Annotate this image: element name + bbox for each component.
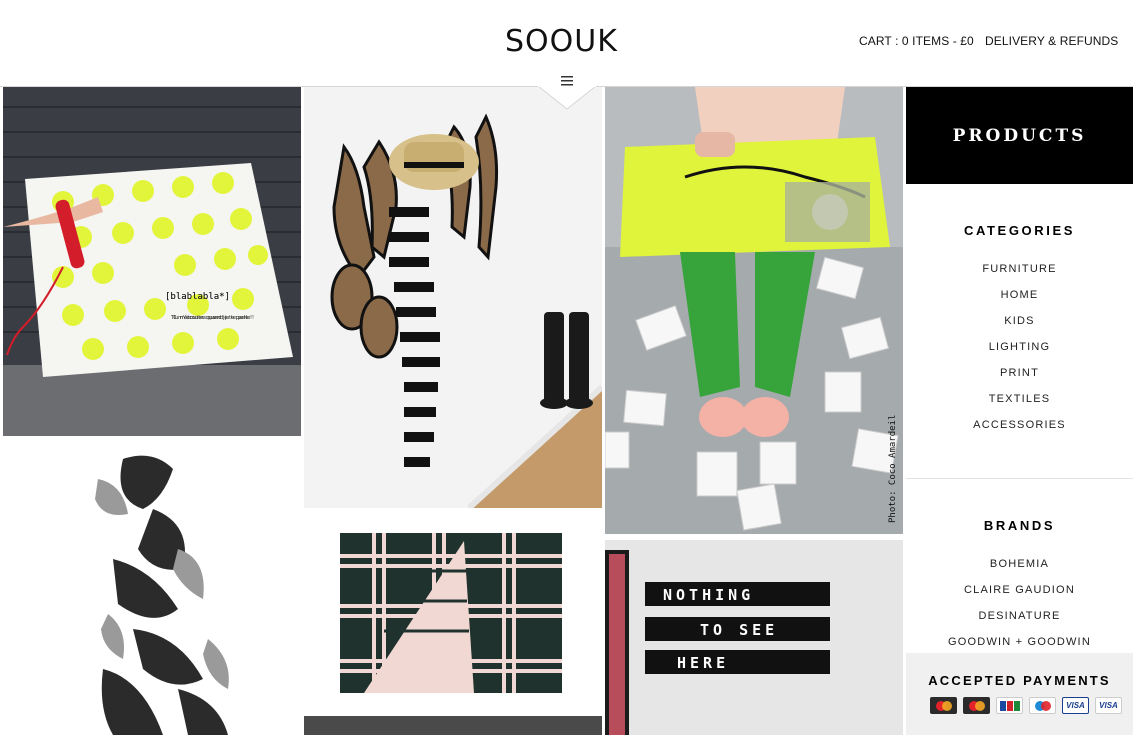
brand-item-claire-gaudion[interactable]: CLAIRE GAUDION (906, 583, 1133, 609)
accepted-payments: ACCEPTED PAYMENTS VISA VISA (906, 653, 1133, 735)
photo-credit: Photo: Coco Amardeil (888, 415, 898, 523)
letter-board-image: NOTHING TO SEE HERE (605, 540, 903, 735)
brand-item-desinature[interactable]: DESINATURE (906, 609, 1133, 635)
visa-icon: VISA (1095, 697, 1122, 714)
camera-cushion-image: Photo: Coco Amardeil (605, 87, 903, 534)
sign-line-1: NOTHING (663, 586, 754, 604)
product-tile-letter-board[interactable]: NOTHING TO SEE HERE (605, 540, 903, 735)
categories-list: FURNITURE HOME KIDS LIGHTING PRINT TEXTI… (906, 262, 1133, 444)
sidebar: PRODUCTS CATEGORIES FURNITURE HOME KIDS … (906, 87, 1133, 735)
sidebar-divider (906, 478, 1133, 479)
maestro-icon (1029, 697, 1056, 714)
categories-title: CATEGORIES (964, 223, 1075, 238)
brands-list: BOHEMIA CLAIRE GAUDION DESINATURE GOODWI… (906, 557, 1133, 661)
category-item-textiles[interactable]: TEXTILES (906, 392, 1133, 418)
payment-icons: VISA VISA (930, 697, 1122, 714)
svg-text:[blablabla*]: [blablabla*] (165, 292, 230, 302)
products-button[interactable]: PRODUCTS (906, 87, 1133, 184)
visa-icon: VISA (1062, 697, 1089, 714)
menu-tab-shape (538, 86, 596, 110)
jcb-icon (996, 697, 1023, 714)
sign-line-2: TO SEE (700, 621, 778, 639)
mastercard-icon (930, 697, 957, 714)
product-tile-camera-cushion[interactable]: Photo: Coco Amardeil (605, 87, 903, 534)
delivery-refunds-link[interactable]: DELIVERY & REFUNDS (985, 34, 1118, 48)
hamburger-icon[interactable] (560, 74, 574, 88)
category-item-kids[interactable]: KIDS (906, 314, 1133, 340)
category-item-accessories[interactable]: ACCESSORIES (906, 418, 1133, 444)
product-tile-cushion-dots[interactable]: [blablabla*] Tu m'écoutes quand je te pa… (3, 87, 301, 436)
menu-toggle[interactable] (538, 76, 596, 110)
product-tile-scarf[interactable] (3, 439, 301, 735)
mastercard-icon (963, 697, 990, 714)
svg-text:Tu m'écoutes quand je te parle: Tu m'écoutes quand je te parle ! (172, 314, 254, 321)
cushion-dots-image: [blablabla*] Tu m'écoutes quand je te pa… (3, 87, 301, 436)
product-tile-plaid-blanket[interactable] (304, 511, 602, 713)
plaid-blanket-image (304, 511, 602, 713)
category-item-home[interactable]: HOME (906, 288, 1133, 314)
scissor-hooks-image (304, 87, 602, 508)
product-tile-dark-strip[interactable] (304, 716, 602, 735)
product-tile-scissor-hooks[interactable] (304, 87, 602, 508)
sign-line-3: HERE (677, 654, 729, 672)
site-logo[interactable]: SOOUK (505, 24, 618, 59)
category-item-furniture[interactable]: FURNITURE (906, 262, 1133, 288)
payments-title: ACCEPTED PAYMENTS (928, 673, 1111, 688)
category-item-print[interactable]: PRINT (906, 366, 1133, 392)
cart-link[interactable]: CART : 0 ITEMS - £0 (859, 34, 974, 48)
brands-title: BRANDS (983, 518, 1056, 533)
category-item-lighting[interactable]: LIGHTING (906, 340, 1133, 366)
brand-item-bohemia[interactable]: BOHEMIA (906, 557, 1133, 583)
scarf-image (3, 439, 301, 735)
